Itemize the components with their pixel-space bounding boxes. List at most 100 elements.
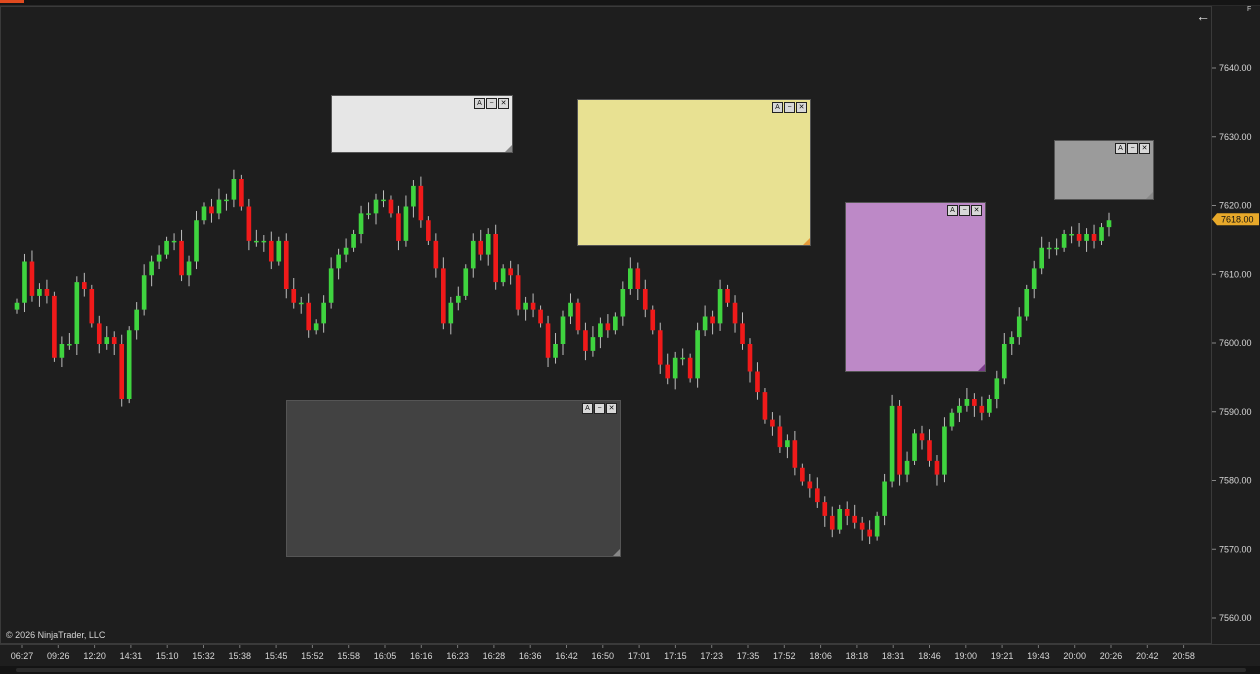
bull-candle [298,302,304,305]
bull-candle [1046,247,1052,250]
bull-candle [366,213,371,215]
bull-candle [560,316,566,344]
bear-candle [919,433,925,441]
bull-candle [448,302,454,324]
bull-candle [882,481,887,516]
bull-candle [201,206,207,221]
note-resize-grip[interactable] [803,238,810,245]
bear-candle [291,289,297,303]
bear-candle [747,344,753,372]
note-resize-grip[interactable] [1146,192,1153,199]
bull-candle [59,344,65,358]
price-axis-svg: 7640.00 7630.00 7620.00 7610.00 7600.00 7590.… [1212,63,1259,623]
bull-candle [695,330,700,379]
bear-candle [665,364,671,379]
note-close-button[interactable]: ✕ [1139,143,1150,154]
time-label: 06:27 [11,651,34,661]
bear-candle [583,330,588,351]
bull-candle [455,295,461,303]
bull-candle [627,268,633,289]
time-label: 16:05 [374,651,397,661]
bull-candle [717,289,723,324]
bear-candle [852,515,858,523]
back-arrow-icon[interactable]: ← [1196,8,1210,24]
note-close-button[interactable]: ✕ [498,98,509,109]
bear-candle [927,440,932,461]
note-minimize-button[interactable]: − [1127,143,1138,154]
note-minimize-button[interactable]: − [959,205,970,216]
bull-candle [553,344,558,358]
bull-candle [680,357,685,360]
bull-candle [1024,289,1030,317]
note-yellow[interactable]: A − ✕ [577,99,811,246]
bull-candle [904,460,910,475]
copyright-text: © 2026 NinjaTrader, LLC [6,630,106,640]
note-font-button[interactable]: A [772,102,783,113]
note-minimize-button[interactable]: − [784,102,795,113]
bear-candle [829,515,835,530]
note-minimize-button[interactable]: − [594,403,605,414]
note-close-button[interactable]: ✕ [606,403,617,414]
time-label: 15:10 [156,651,179,661]
note-resize-grip[interactable] [613,549,620,556]
bear-candle [111,337,117,344]
note-font-button[interactable]: A [474,98,485,109]
bull-candle [523,302,528,310]
note-purple[interactable]: A − ✕ [845,202,986,372]
bull-candle [1001,344,1007,379]
time-label: 16:16 [410,651,433,661]
time-label: 12:20 [83,651,106,661]
bull-candle [67,344,72,346]
time-axis[interactable]: 06:27 09:26 12:20 14:31 15:10 15:32 15:38 15:45… [0,644,1260,667]
bull-candle [949,412,955,427]
bull-candle [957,405,962,413]
note-font-button[interactable]: A [582,403,593,414]
scrollbar-track[interactable] [16,668,1246,672]
note-close-button[interactable]: ✕ [796,102,807,113]
price-axis[interactable]: 7640.00 7630.00 7620.00 7610.00 7600.00 7590.… [1212,6,1260,644]
bear-candle [635,268,641,289]
bull-candle [1084,234,1089,241]
bull-candle [336,254,341,269]
horizontal-scrollbar[interactable] [0,666,1260,674]
bear-candle [1091,234,1097,241]
note-close-button[interactable]: ✕ [971,205,982,216]
bear-candle [710,316,715,324]
note-white[interactable]: A − ✕ [331,95,513,153]
note-dark[interactable]: A − ✕ [286,400,621,557]
time-label: 17:01 [628,651,651,661]
time-label: 17:52 [773,651,796,661]
bull-candle [194,220,199,262]
note-resize-grip[interactable] [978,364,985,371]
bull-candle [381,199,386,202]
bear-candle [246,206,252,241]
bull-candle [403,206,409,241]
bull-candle [1069,234,1074,236]
time-label: 20:26 [1100,651,1123,661]
note-font-button[interactable]: A [947,205,958,216]
bull-candle [186,261,192,276]
bull-candle [837,509,843,530]
time-axis-svg: 06:27 09:26 12:20 14:31 15:10 15:32 15:38 15:45… [11,645,1195,661]
bull-candle [1031,268,1037,289]
bull-candle [964,399,970,406]
bull-candle [590,337,596,351]
bear-candle [605,323,611,331]
bull-candle [500,268,506,283]
note-resize-grip[interactable] [505,145,512,152]
note-gray-small[interactable]: A − ✕ [1054,140,1154,200]
note-minimize-button[interactable]: − [486,98,497,109]
bear-candle [433,240,439,269]
bull-candle [702,316,708,331]
bear-candle [800,467,805,482]
bull-candle [343,247,349,255]
bear-candle [283,240,289,289]
bear-candle [844,509,850,516]
price-label: 7620.00 [1219,201,1252,211]
bear-candle [642,289,648,310]
note-font-button[interactable]: A [1115,143,1126,154]
bull-candle [912,433,917,461]
bull-candle [276,240,282,262]
bull-candle [37,289,42,296]
bull-candle [141,275,147,310]
